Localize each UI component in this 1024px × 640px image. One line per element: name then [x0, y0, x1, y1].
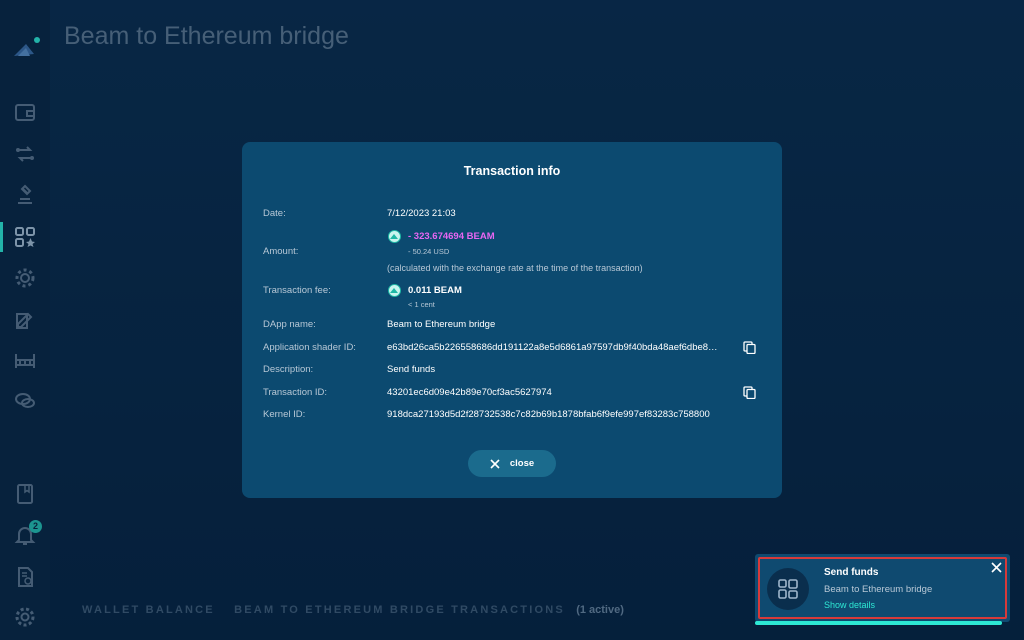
beam-coin-icon — [388, 230, 401, 243]
kernel-id-value: 918dca27193d5d2f28732538c7c82b69b1878bfa… — [387, 409, 710, 420]
description-value: Send funds — [387, 364, 436, 375]
close-button[interactable]: close — [468, 450, 556, 477]
beam-coin-icon — [388, 284, 401, 297]
close-button-label: close — [509, 458, 535, 469]
fee-value: 0.011 BEAM — [408, 285, 462, 296]
copy-icon[interactable] — [743, 341, 756, 355]
amount-label: Amount: — [263, 246, 299, 257]
highlight-outline — [758, 557, 1007, 619]
close-icon — [490, 458, 500, 469]
modal-title: Transaction info — [463, 164, 561, 178]
amount-value: - 323.674694 BEAM — [408, 231, 495, 242]
transaction-id-value: 43201ec6d09e42b89e70cf3ac5627974 — [387, 387, 552, 398]
dapp-name-label: DApp name: — [263, 319, 316, 330]
shader-id-label: Application shader ID: — [263, 342, 356, 353]
shader-id-value: e63bd26ca5b226558686dd191122a8e5d6861a97… — [387, 342, 718, 353]
date-label: Date: — [263, 208, 286, 219]
dapp-name-value: Beam to Ethereum bridge — [387, 319, 496, 330]
copy-icon[interactable] — [743, 386, 756, 400]
transaction-info-modal: Transaction info Date: 7/12/2023 21:03 A… — [242, 142, 782, 498]
kernel-id-label: Kernel ID: — [263, 409, 306, 420]
amount-note: (calculated with the exchange rate at th… — [387, 263, 643, 273]
fee-label: Transaction fee: — [263, 285, 331, 296]
amount-usd: - 50.24 USD — [408, 247, 450, 256]
date-value: 7/12/2023 21:03 — [387, 208, 456, 219]
toast-progress-bar — [755, 621, 1003, 625]
transaction-id-label: Transaction ID: — [263, 387, 328, 398]
description-label: Description: — [263, 364, 314, 375]
fee-usd: < 1 cent — [408, 300, 435, 309]
